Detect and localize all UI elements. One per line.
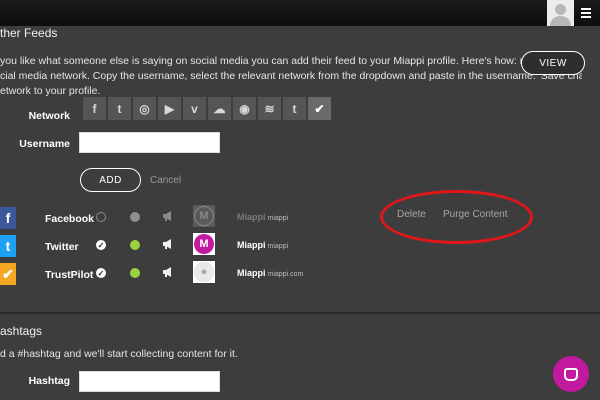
user-avatar[interactable] [547, 0, 574, 26]
profile-thumbnail: M [193, 205, 215, 227]
profile-thumbnail: ● [193, 261, 215, 283]
highlight-circle [380, 190, 533, 244]
feed-network-name: TrustPilot [45, 269, 94, 281]
avatar-body-shape [550, 16, 571, 26]
tumblr-icon[interactable]: t [283, 97, 306, 120]
account-title: Miappi [237, 268, 266, 278]
check-icon[interactable]: ✓ [96, 268, 106, 278]
unchecked-circle-icon[interactable] [96, 212, 106, 222]
miappi-logo-icon: M [194, 234, 214, 254]
feed-row: ✔ TrustPilot ✓ ● Miappi miappi.com [0, 261, 600, 287]
instagram-icon[interactable]: ◎ [133, 97, 156, 120]
account-handle: miappi [267, 243, 289, 250]
status-dot-icon[interactable] [130, 212, 140, 222]
avatar-head-shape [555, 4, 566, 15]
twitter-icon: t [0, 235, 16, 257]
miappi-logo-icon: M [194, 206, 214, 226]
account-handle: miappi [267, 215, 289, 222]
hashtag-label: Hashtag [28, 375, 70, 387]
network-selector[interactable]: f t ◎ ▶ v ☁ ◉ ≋ t ✔ [83, 97, 331, 120]
top-bar [0, 0, 600, 26]
cancel-link[interactable]: Cancel [150, 175, 181, 186]
account-title: Miappi [237, 212, 266, 222]
feed-network-name: Twitter [45, 241, 79, 253]
rss-icon[interactable]: ≋ [258, 97, 281, 120]
add-button[interactable]: ADD [80, 168, 141, 192]
facebook-icon: f [0, 207, 16, 229]
chat-launcher-button[interactable] [553, 356, 589, 392]
trustpilot-icon: ✔ [0, 263, 16, 285]
status-dot-icon[interactable] [130, 240, 140, 250]
feed-row: t Twitter ✓ M Miappi miappi [0, 233, 600, 259]
twitter-icon[interactable]: t [108, 97, 131, 120]
network-label: Network [28, 110, 70, 122]
soundcloud-icon[interactable]: ☁ [208, 97, 231, 120]
account-name: Miappi miappi [237, 212, 288, 222]
intro-line: you like what someone else is saying on … [0, 55, 582, 67]
megaphone-icon[interactable] [162, 266, 174, 278]
section-title: ashtags [0, 324, 43, 338]
account-name: Miappi miappi.com [237, 268, 303, 278]
view-button[interactable]: VIEW [521, 51, 585, 75]
intro-line: cial media network. Copy the username, s… [0, 70, 582, 82]
profile-thumbnail: M [193, 233, 215, 255]
menu-icon[interactable] [581, 8, 591, 18]
megaphone-icon[interactable] [162, 238, 174, 250]
username-label: Username [19, 138, 70, 150]
trustpilot-icon[interactable]: ✔ [308, 97, 331, 120]
account-title: Miappi [237, 240, 266, 250]
account-handle: miappi.com [267, 271, 304, 278]
section-title: ther Feeds [0, 26, 58, 40]
status-dot-icon[interactable] [130, 268, 140, 278]
account-name: Miappi miappi [237, 240, 288, 250]
vimeo-icon[interactable]: v [183, 97, 206, 120]
hashtag-input[interactable] [79, 371, 220, 392]
spotify-icon[interactable]: ◉ [233, 97, 256, 120]
feed-network-name: Facebook [45, 213, 95, 225]
username-input[interactable] [79, 132, 220, 153]
youtube-icon[interactable]: ▶ [158, 97, 181, 120]
facebook-icon[interactable]: f [83, 97, 106, 120]
hashtags-intro: d a #hashtag and we'll start collecting … [0, 348, 238, 360]
hashtags-panel: ashtags d a #hashtag and we'll start col… [0, 314, 600, 400]
check-icon[interactable]: ✓ [96, 240, 106, 250]
chat-icon [564, 367, 578, 381]
feeds-intro: you like what someone else is saying on … [0, 54, 582, 99]
placeholder-avatar-icon: ● [194, 262, 214, 282]
megaphone-icon[interactable] [162, 210, 174, 222]
